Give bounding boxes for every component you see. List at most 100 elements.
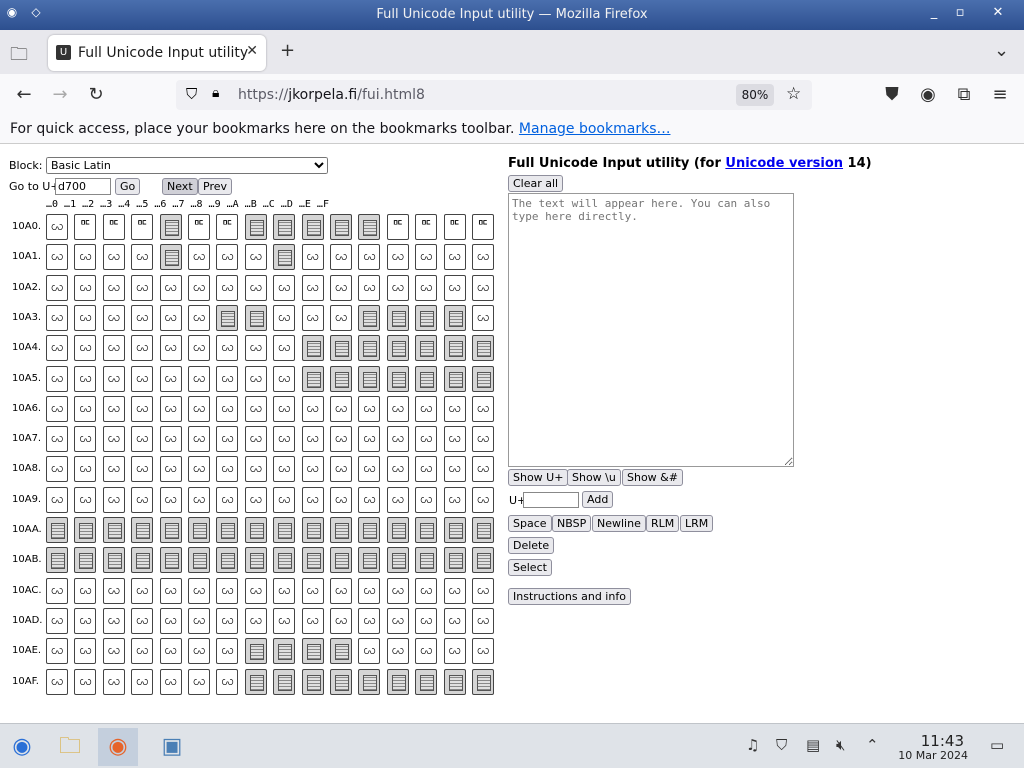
unassigned-char-cell[interactable] [273,244,296,271]
unassigned-char-cell[interactable] [188,547,210,574]
unassigned-char-cell[interactable] [74,517,97,543]
char-cell[interactable]: ꩬ [244,274,267,301]
char-cell[interactable]: ꩬ [244,577,267,604]
maximize-icon[interactable]: ▫ [948,3,972,23]
extensions-icon[interactable]: ⧉ [952,84,976,105]
char-cell[interactable]: ꩬ [216,365,239,392]
char-cell[interactable]: ꩬ [443,456,466,483]
char-cell[interactable]: ꩬ [330,426,352,453]
char-cell[interactable]: ꩬ [131,244,154,271]
reload-icon[interactable]: ↻ [84,84,108,105]
char-cell[interactable]: ꩬ [273,577,296,604]
char-cell[interactable]: ꥰ [443,214,466,240]
goto-input[interactable] [55,178,111,195]
char-cell[interactable]: ꩬ [188,304,210,331]
char-cell[interactable]: ꩬ [273,426,296,453]
char-cell[interactable]: ꩬ [386,486,409,513]
uplus-input[interactable] [523,492,579,508]
char-cell[interactable]: ꩬ [159,426,182,453]
char-cell[interactable]: ꩬ [131,638,154,665]
char-cell[interactable]: ꩬ [330,607,352,634]
char-cell[interactable]: ꩬ [159,274,182,301]
char-cell[interactable]: ꩬ [131,395,154,422]
add-button[interactable]: Add [582,491,614,508]
char-cell[interactable]: ꩬ [358,607,381,634]
list-tabs-icon[interactable]: ⌄ [994,40,1009,61]
char-cell[interactable]: ꩬ [188,486,210,513]
unassigned-char-cell[interactable] [330,517,352,543]
unassigned-char-cell[interactable] [386,547,409,574]
char-cell[interactable]: ꩬ [301,456,324,483]
char-cell[interactable]: ꩬ [46,426,68,453]
char-cell[interactable]: ꩬ [273,365,296,392]
char-cell[interactable]: ꩬ [159,335,182,362]
char-cell[interactable]: ꩬ [415,638,438,665]
char-cell[interactable]: ꩬ [244,244,267,271]
char-cell[interactable]: ꩬ [273,607,296,634]
clock-time[interactable]: 11:43 [921,732,964,750]
char-cell[interactable]: ꩬ [131,668,154,695]
lock-icon[interactable]: 🔒︎ [212,85,219,101]
file-manager-icon[interactable]: 🗀 [50,728,90,766]
char-cell[interactable]: ꩬ [443,486,466,513]
char-cell[interactable]: ꩬ [188,335,210,362]
char-cell[interactable]: ꩬ [74,638,97,665]
char-cell[interactable]: ꩬ [46,335,68,362]
char-cell[interactable]: ꩬ [216,395,239,422]
char-cell[interactable]: ꩬ [415,486,438,513]
char-cell[interactable]: ꩬ [330,486,352,513]
char-cell[interactable]: ꩬ [74,668,97,695]
unassigned-char-cell[interactable] [472,668,494,695]
char-cell[interactable]: ꩬ [386,456,409,483]
unassigned-char-cell[interactable] [216,304,239,331]
char-cell[interactable]: ꩬ [46,365,68,392]
rlm-button[interactable]: RLM [646,515,680,532]
char-cell[interactable]: ꩬ [244,335,267,362]
unassigned-char-cell[interactable] [415,365,438,392]
char-cell[interactable]: ꩬ [330,244,352,271]
manage-bookmarks-link[interactable]: Manage bookmarks… [519,121,671,137]
newline-button[interactable]: Newline [592,515,646,532]
char-cell[interactable]: ꩬ [159,456,182,483]
unassigned-char-cell[interactable] [358,517,381,543]
char-cell[interactable]: ꩬ [301,304,324,331]
char-cell[interactable]: ꩬ [159,395,182,422]
char-cell[interactable]: ꩬ [301,426,324,453]
char-cell[interactable]: ꩬ [330,456,352,483]
unassigned-char-cell[interactable] [301,335,324,362]
char-cell[interactable]: ꩬ [102,274,125,301]
char-cell[interactable]: ꩬ [102,456,125,483]
unassigned-char-cell[interactable] [443,335,466,362]
unassigned-char-cell[interactable] [330,214,352,240]
char-cell[interactable]: ꩬ [188,577,210,604]
notifications-icon[interactable]: ♫ [746,736,759,754]
char-cell[interactable]: ꥰ [415,214,438,240]
char-cell[interactable]: ꥰ [131,214,154,240]
char-cell[interactable]: ꩬ [188,638,210,665]
char-cell[interactable]: ꩬ [102,668,125,695]
char-cell[interactable]: ꩬ [188,244,210,271]
unassigned-char-cell[interactable] [273,547,296,574]
unassigned-char-cell[interactable] [159,244,182,271]
char-cell[interactable]: ꩬ [443,244,466,271]
char-cell[interactable]: ꩬ [102,426,125,453]
char-cell[interactable]: ꩬ [273,395,296,422]
unassigned-char-cell[interactable] [188,517,210,543]
char-cell[interactable]: ꩬ [386,577,409,604]
unassigned-char-cell[interactable] [46,547,68,574]
zoom-indicator[interactable]: 80% [736,84,774,106]
char-cell[interactable]: ꩬ [46,214,68,240]
char-cell[interactable]: ꩬ [358,577,381,604]
char-cell[interactable]: ꩬ [102,395,125,422]
show-uplus-button[interactable]: Show U+ [508,469,569,486]
account-icon[interactable]: ◉ [916,84,940,105]
char-cell[interactable]: ꩬ [472,486,494,513]
char-cell[interactable]: ꩬ [102,486,125,513]
char-cell[interactable]: ꩬ [46,304,68,331]
char-cell[interactable]: ꩬ [102,607,125,634]
unassigned-char-cell[interactable] [443,668,466,695]
close-icon[interactable]: ✕ [986,3,1010,23]
clock-date[interactable]: 10 Mar 2024 [898,749,968,762]
char-cell[interactable]: ꩬ [301,274,324,301]
char-cell[interactable]: ꩬ [188,607,210,634]
